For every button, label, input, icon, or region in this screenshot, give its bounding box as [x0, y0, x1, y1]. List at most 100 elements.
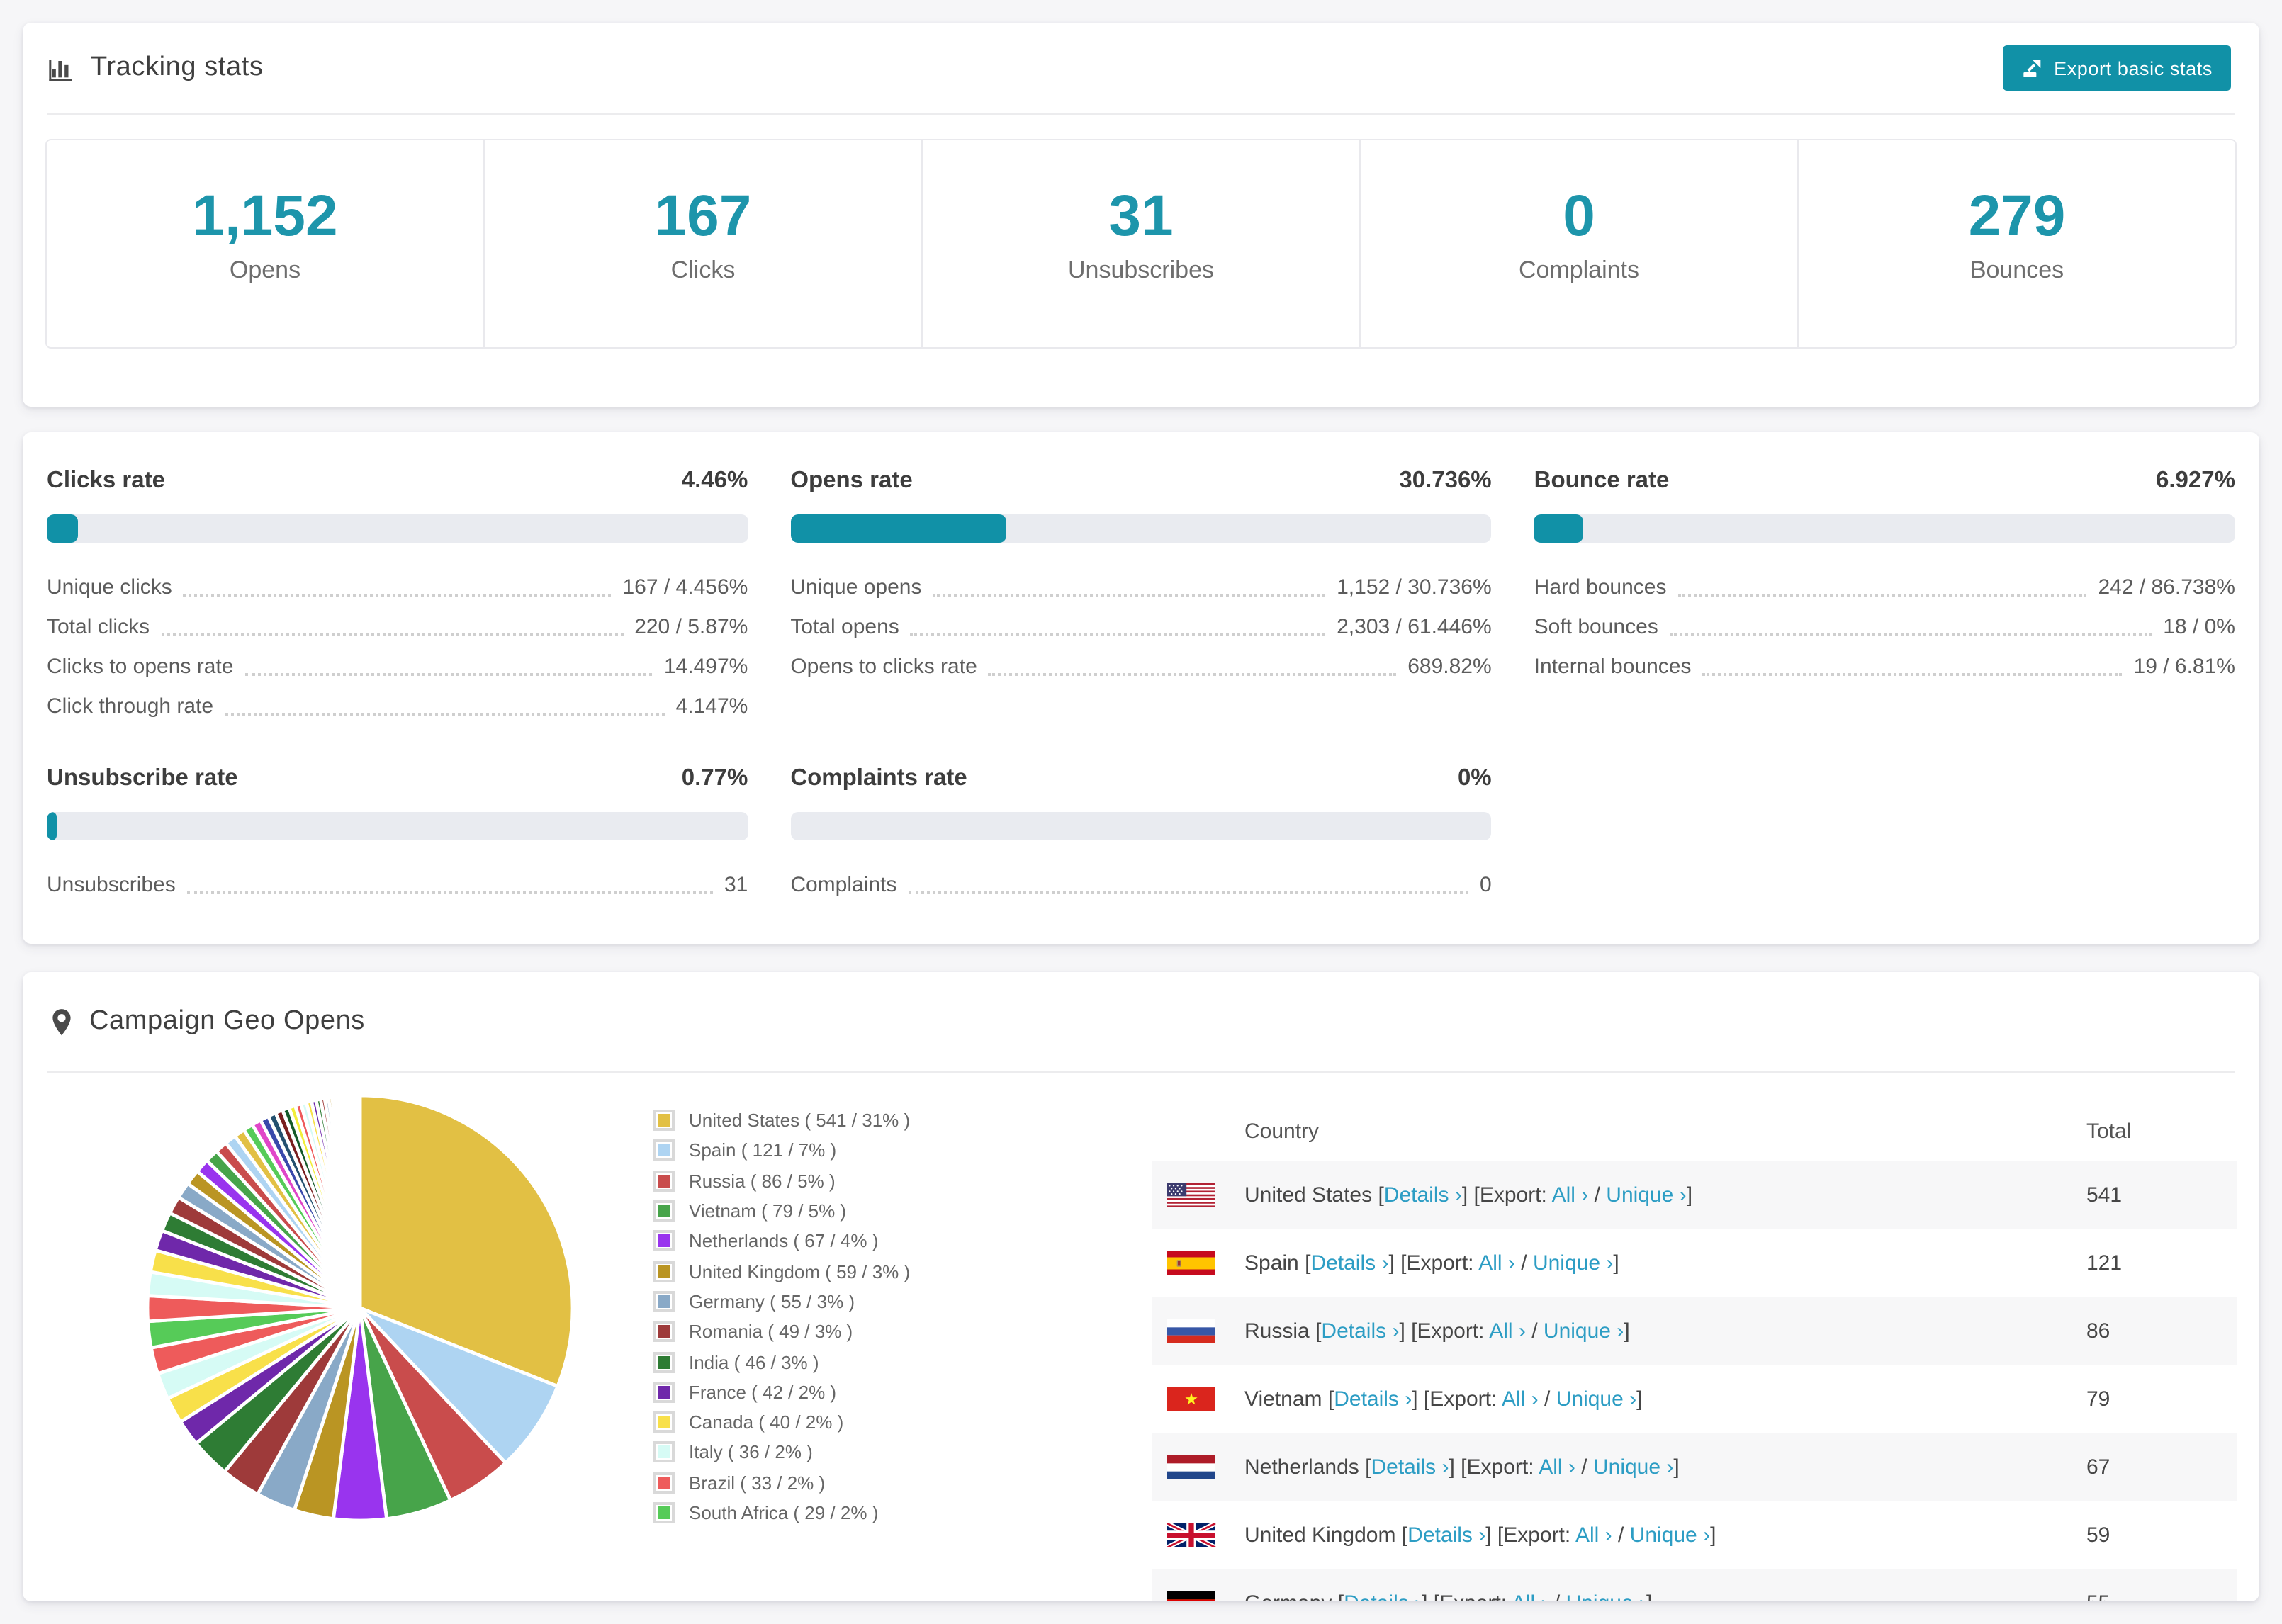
export-unique-link[interactable]: Unique › — [1556, 1387, 1636, 1411]
progress-bar-fill — [47, 812, 57, 840]
leader-dots — [183, 594, 612, 597]
rate-rows: Unique clicks 167 / 4.456% Total clicks 220… — [47, 565, 748, 724]
legend-label: United States ( 541 / 31% ) — [689, 1110, 911, 1132]
rate-panel-title: Clicks rate — [47, 468, 165, 493]
export-unique-link[interactable]: Unique › — [1533, 1251, 1613, 1275]
legend-label: Brazil ( 33 / 2% ) — [689, 1472, 826, 1494]
map-pin-icon — [50, 1007, 74, 1037]
rate-row: Total clicks 220 / 5.87% — [47, 605, 748, 645]
rate-row-value: 31 — [724, 873, 748, 897]
country-cell: United Kingdom [Details ›] [Export: All … — [1244, 1523, 2086, 1547]
export-unique-link[interactable]: Unique › — [1544, 1319, 1624, 1343]
rate-row-label: Internal bounces — [1534, 655, 1692, 679]
details-link[interactable]: Details › — [1407, 1523, 1485, 1547]
export-all-link[interactable]: All › — [1512, 1591, 1548, 1601]
export-all-link[interactable]: All › — [1489, 1319, 1526, 1343]
tracking-stats-title: Tracking stats — [91, 52, 264, 82]
rate-panel-complaints-rate: Complaints rate 0% Complaints 0 — [790, 761, 1492, 903]
rate-panel-value: 30.736% — [1399, 468, 1492, 493]
legend-item-russia[interactable]: Russia ( 86 / 5% ) — [653, 1166, 910, 1196]
slash-text: / — [1612, 1523, 1630, 1547]
details-link[interactable]: Details › — [1344, 1591, 1422, 1601]
legend-swatch — [653, 1411, 675, 1433]
country-name: Vietnam — [1244, 1387, 1328, 1411]
legend-item-canada[interactable]: Canada ( 40 / 2% ) — [653, 1407, 910, 1438]
export-unique-link[interactable]: Unique › — [1630, 1523, 1710, 1547]
rate-row-value: 242 / 86.738% — [2098, 575, 2235, 599]
details-link[interactable]: Details › — [1310, 1251, 1388, 1275]
progress-bar — [790, 812, 1492, 840]
stat-label: Clicks — [670, 256, 736, 283]
total-cell: 59 — [2086, 1523, 2110, 1547]
legend-label: Canada ( 40 / 2% ) — [689, 1411, 844, 1433]
rate-rows: Complaints 0 — [790, 863, 1491, 903]
legend-item-brazil[interactable]: Brazil ( 33 / 2% ) — [653, 1467, 910, 1498]
details-link[interactable]: Details › — [1384, 1183, 1462, 1207]
rate-row-value: 19 / 6.81% — [2133, 655, 2235, 679]
legend-item-south-africa[interactable]: South Africa ( 29 / 2% ) — [653, 1498, 910, 1528]
export-icon — [2021, 57, 2044, 79]
legend-label: France ( 42 / 2% ) — [689, 1381, 837, 1403]
legend-swatch — [653, 1502, 675, 1523]
legend-swatch — [653, 1200, 675, 1222]
bracket-text: ] — [1613, 1251, 1619, 1275]
legend-item-spain[interactable]: Spain ( 121 / 7% ) — [653, 1136, 910, 1166]
rate-panel-title: Bounce rate — [1534, 468, 1670, 493]
export-all-link[interactable]: All › — [1539, 1455, 1575, 1479]
export-all-link[interactable]: All › — [1575, 1523, 1612, 1547]
stat-value: 279 — [1968, 183, 2066, 248]
total-cell: 79 — [2086, 1387, 2110, 1411]
stat-label: Unsubscribes — [1068, 256, 1214, 283]
leader-dots — [244, 673, 653, 676]
rate-row-label: Complaints — [790, 873, 897, 897]
country-cell: Russia [Details ›] [Export: All › / Uniq… — [1244, 1319, 2086, 1343]
stat-cell-clicks: 167 Clicks — [483, 140, 921, 347]
country-cell: Netherlands [Details ›] [Export: All › /… — [1244, 1455, 2086, 1479]
progress-bar — [790, 514, 1492, 543]
legend-item-india[interactable]: India ( 46 / 3% ) — [653, 1347, 910, 1377]
export-all-link[interactable]: All › — [1478, 1251, 1515, 1275]
slash-text: / — [1538, 1387, 1556, 1411]
legend-item-united-states[interactable]: United States ( 541 / 31% ) — [653, 1105, 910, 1136]
legend-item-italy[interactable]: Italy ( 36 / 2% ) — [653, 1438, 910, 1468]
export-basic-stats-button[interactable]: Export basic stats — [2003, 45, 2231, 91]
legend-item-france[interactable]: France ( 42 / 2% ) — [653, 1377, 910, 1407]
rate-row-label: Soft bounces — [1534, 615, 1658, 639]
legend-item-united-kingdom[interactable]: United Kingdom ( 59 / 3% ) — [653, 1256, 910, 1287]
rate-panel-title: Unsubscribe rate — [47, 765, 238, 791]
rate-row-label: Clicks to opens rate — [47, 655, 234, 679]
export-all-link[interactable]: All › — [1552, 1183, 1589, 1207]
rate-panel-title-row: Unsubscribe rate 0.77% — [47, 761, 748, 795]
details-link[interactable]: Details › — [1334, 1387, 1412, 1411]
legend-item-romania[interactable]: Romania ( 49 / 3% ) — [653, 1316, 910, 1347]
dashboard-page: Tracking stats Export basic stats 1,152 O… — [0, 0, 2282, 1624]
rate-row-value: 689.82% — [1407, 655, 1492, 679]
details-link[interactable]: Details › — [1371, 1455, 1449, 1479]
details-link[interactable]: Details › — [1321, 1319, 1399, 1343]
export-unique-link[interactable]: Unique › — [1606, 1183, 1686, 1207]
export-unique-link[interactable]: Unique › — [1566, 1591, 1646, 1601]
rate-row: Opens to clicks rate 689.82% — [790, 645, 1491, 684]
rate-row: Unique opens 1,152 / 30.736% — [790, 565, 1491, 605]
leader-dots — [933, 594, 1326, 597]
leader-dots — [910, 633, 1326, 636]
legend-item-germany[interactable]: Germany ( 55 / 3% ) — [653, 1287, 910, 1317]
bracket-text: ] — [1624, 1319, 1630, 1343]
rate-panel-opens-rate: Opens rate 30.736% Unique opens 1,152 / 30.… — [790, 463, 1492, 724]
export-all-link[interactable]: All › — [1502, 1387, 1539, 1411]
legend-label: Netherlands ( 67 / 4% ) — [689, 1230, 879, 1252]
legend-item-vietnam[interactable]: Vietnam ( 79 / 5% ) — [653, 1196, 910, 1227]
legend-item-netherlands[interactable]: Netherlands ( 67 / 4% ) — [653, 1226, 910, 1256]
progress-bar-fill — [790, 514, 1006, 543]
table-row-es: Spain [Details ›] [Export: All › / Uniqu… — [1152, 1229, 2237, 1297]
stat-value: 0 — [1563, 183, 1595, 248]
export-unique-link[interactable]: Unique › — [1593, 1455, 1673, 1479]
stat-label: Bounces — [1969, 256, 2064, 283]
legend-label: Spain ( 121 / 7% ) — [689, 1139, 837, 1161]
country-name: Germany — [1244, 1591, 1338, 1601]
rate-panel-title-row: Complaints rate 0% — [790, 761, 1491, 795]
geo-pie-chart — [145, 1093, 575, 1523]
rate-row-value: 2,303 / 61.446% — [1337, 615, 1492, 639]
slash-text: / — [1588, 1183, 1607, 1207]
leader-dots — [186, 891, 713, 894]
